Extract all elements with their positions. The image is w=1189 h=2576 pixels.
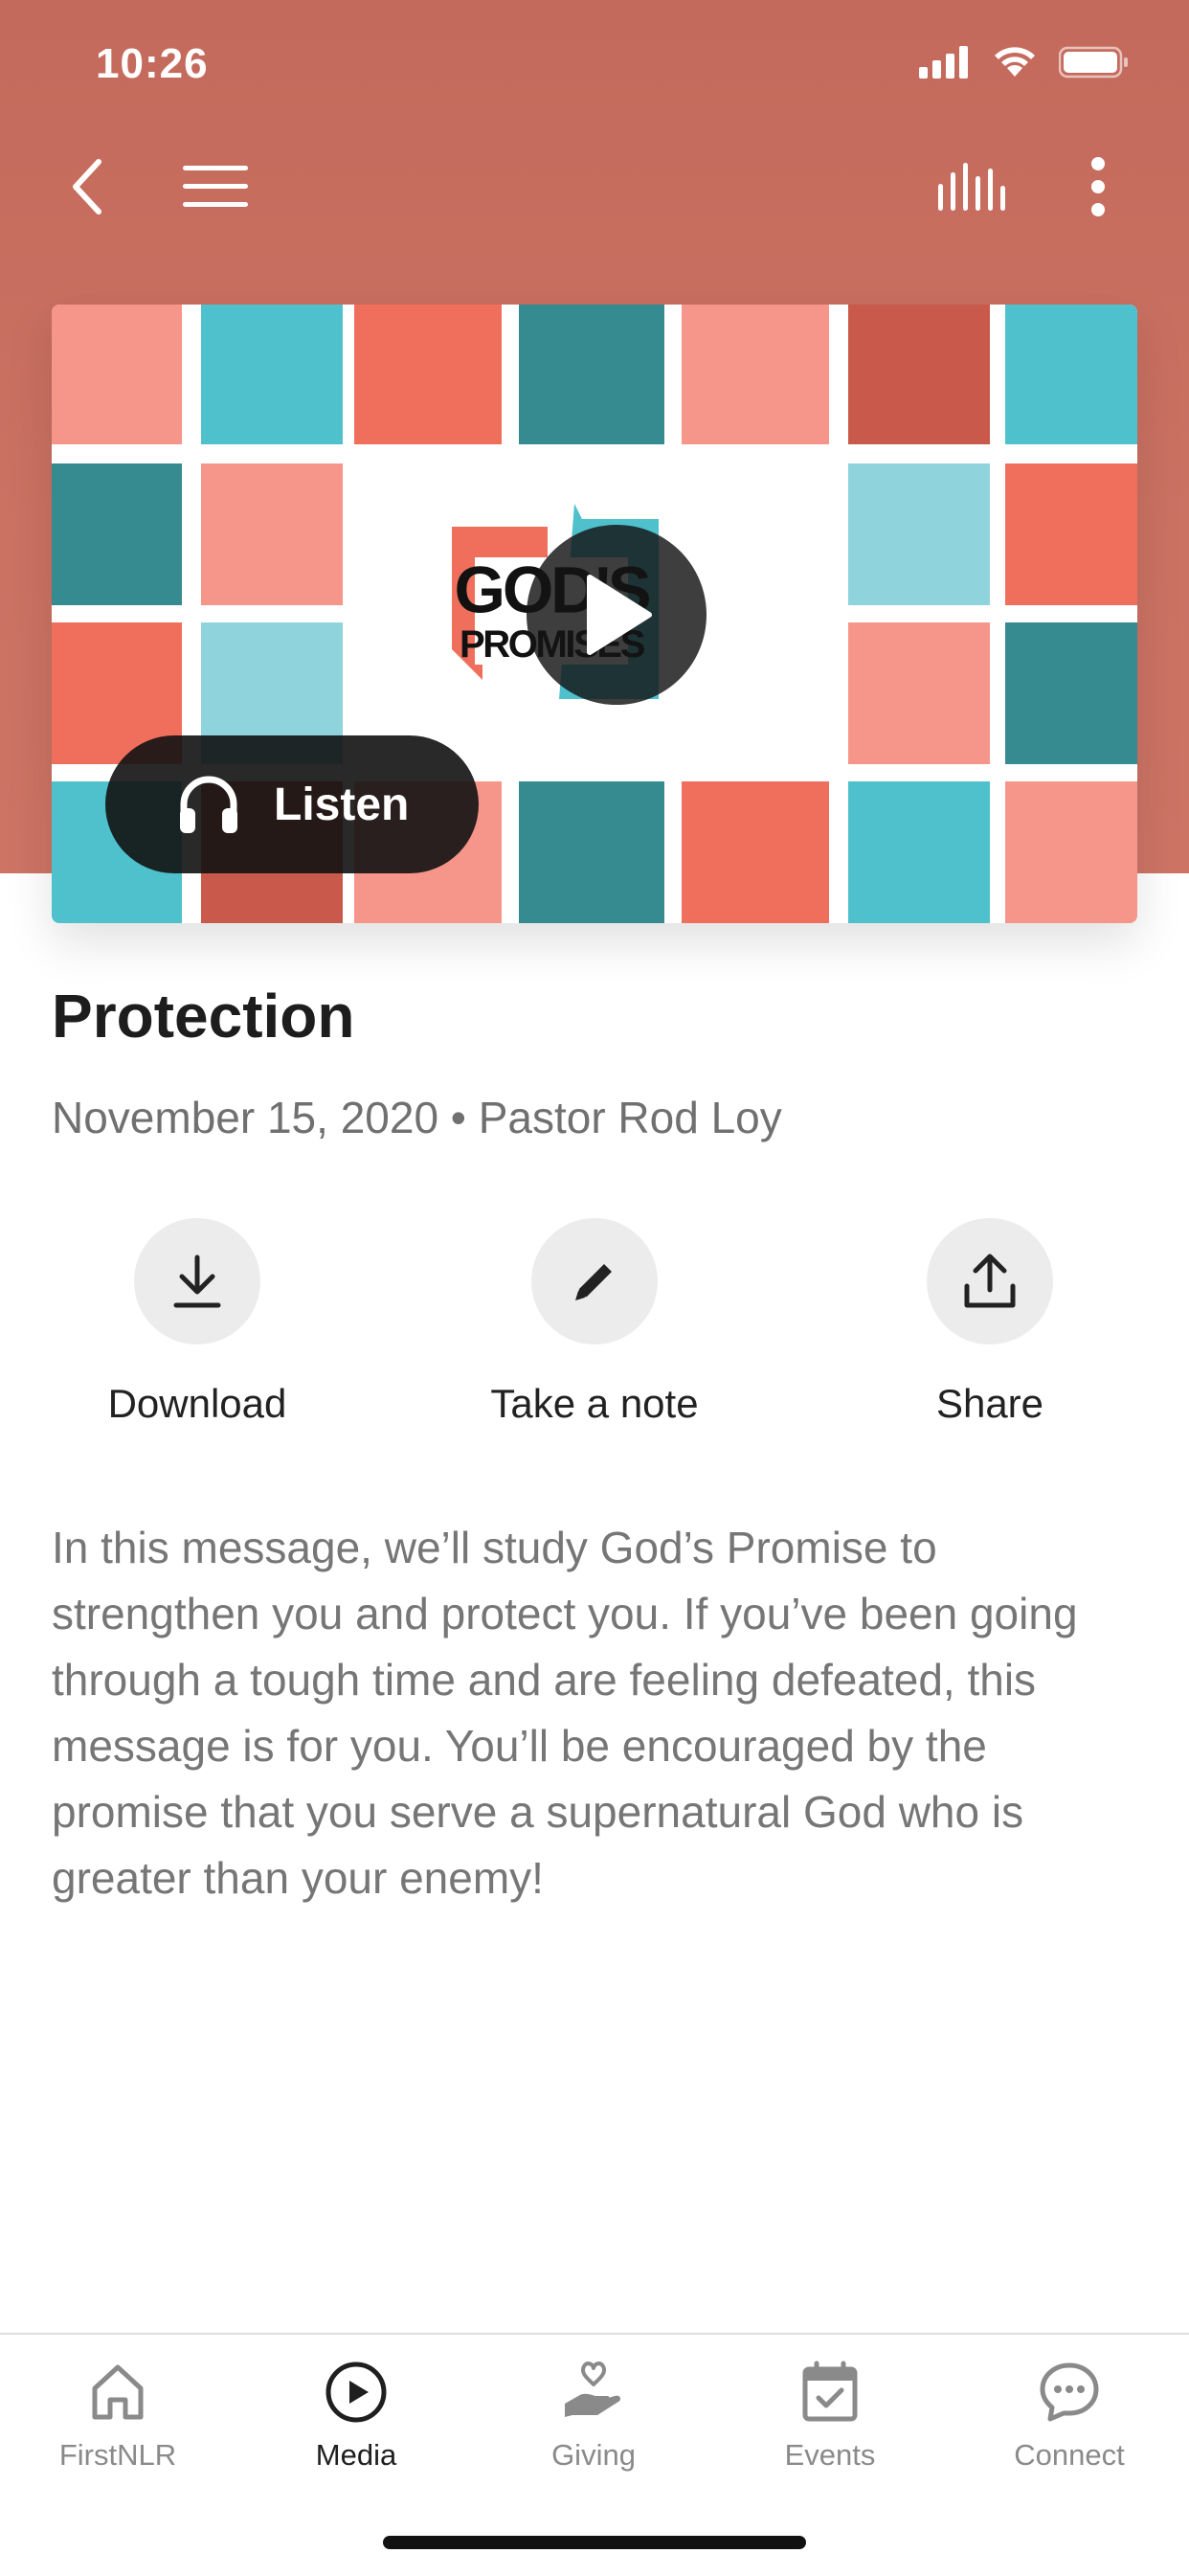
share-button-circle bbox=[927, 1218, 1053, 1344]
share-button[interactable]: Share bbox=[846, 1218, 1133, 1427]
more-vertical-icon bbox=[1091, 157, 1105, 216]
listen-label: Listen bbox=[274, 779, 410, 830]
headphones-icon bbox=[180, 776, 237, 833]
take-note-label: Take a note bbox=[490, 1381, 699, 1426]
download-label: Download bbox=[107, 1381, 287, 1426]
home-icon bbox=[92, 2364, 144, 2420]
tab-giving[interactable]: Giving bbox=[498, 2358, 689, 2473]
tab-connect[interactable]: Connect bbox=[974, 2358, 1165, 2473]
home-indicator bbox=[383, 2536, 806, 2549]
calendar-icon bbox=[802, 2361, 858, 2422]
share-label: Share bbox=[935, 1381, 1044, 1426]
sermon-artwork[interactable]: GOD'S PROMISES Listen bbox=[52, 305, 1137, 923]
message-date-speaker: November 15, 2020 • Pastor Rod Loy bbox=[52, 1093, 782, 1142]
tab-events-label: Events bbox=[784, 2438, 876, 2472]
download-button[interactable]: Download bbox=[54, 1218, 341, 1427]
take-note-button-circle bbox=[531, 1218, 658, 1344]
status-icons bbox=[919, 46, 1130, 79]
tab-firstnlr-label: FirstNLR bbox=[58, 2438, 177, 2472]
audio-button[interactable] bbox=[929, 144, 1015, 230]
tab-media[interactable]: Media bbox=[260, 2358, 452, 2473]
pencil-icon bbox=[575, 1264, 612, 1300]
chat-bubble-icon bbox=[1040, 2362, 1099, 2422]
listen-button[interactable]: Listen bbox=[105, 735, 479, 873]
back-button[interactable] bbox=[44, 144, 130, 230]
chevron-left-icon bbox=[73, 159, 101, 215]
battery-icon bbox=[1059, 46, 1128, 79]
download-icon bbox=[173, 1254, 221, 1308]
audio-bars-icon bbox=[938, 163, 1005, 211]
giving-hand-icon bbox=[565, 2361, 621, 2417]
status-bar: 10:26 bbox=[0, 0, 1189, 124]
tab-giving-label: Giving bbox=[551, 2438, 636, 2472]
play-icon bbox=[587, 575, 652, 655]
take-note-button[interactable]: Take a note bbox=[451, 1218, 738, 1427]
action-buttons: Download Take a note Share bbox=[0, 1218, 1189, 1448]
menu-button[interactable] bbox=[172, 144, 258, 230]
tab-media-label: Media bbox=[315, 2438, 397, 2472]
message-title: Protection bbox=[52, 982, 355, 1051]
tab-events[interactable]: Events bbox=[734, 2358, 926, 2473]
play-video-button[interactable] bbox=[527, 525, 707, 705]
more-options-button[interactable] bbox=[1055, 144, 1141, 230]
tab-connect-label: Connect bbox=[1014, 2438, 1125, 2472]
status-time: 10:26 bbox=[96, 40, 209, 87]
hamburger-menu-icon bbox=[183, 166, 248, 207]
wifi-icon bbox=[995, 47, 1035, 77]
cellular-signal-icon bbox=[919, 46, 968, 79]
share-icon bbox=[964, 1254, 1016, 1308]
play-circle-icon bbox=[325, 2361, 387, 2423]
top-nav-bar bbox=[0, 144, 1189, 239]
tab-firstnlr[interactable]: FirstNLR bbox=[22, 2358, 213, 2473]
download-button-circle bbox=[134, 1218, 260, 1344]
message-description: In this message, we’ll study God’s Promi… bbox=[52, 1523, 1078, 1903]
